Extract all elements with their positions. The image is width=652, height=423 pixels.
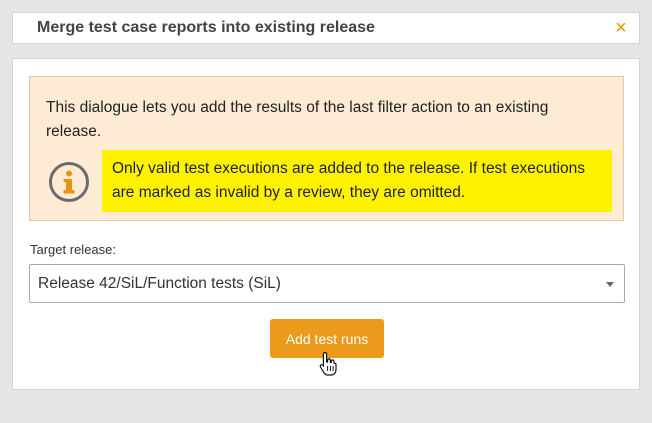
- dialog-title: Merge test case reports into existing re…: [37, 19, 375, 36]
- target-release-select[interactable]: Release 42/SiL/Function tests (SiL): [29, 264, 625, 303]
- info-description: This dialogue lets you add the results o…: [46, 99, 549, 140]
- warning-text: Only valid test executions are added to …: [102, 150, 612, 212]
- merge-dialog: This dialogue lets you add the results o…: [12, 58, 640, 390]
- hand-cursor-icon: [319, 351, 337, 376]
- dialog-header: Merge test case reports into existing re…: [12, 12, 640, 44]
- close-icon[interactable]: ×: [611, 18, 631, 38]
- info-box: This dialogue lets you add the results o…: [29, 76, 624, 221]
- target-release-label: Target release:: [30, 242, 116, 257]
- info-icon: [49, 162, 89, 202]
- target-release-value: Release 42/SiL/Function tests (SiL): [38, 274, 281, 292]
- chevron-down-icon: [606, 282, 614, 287]
